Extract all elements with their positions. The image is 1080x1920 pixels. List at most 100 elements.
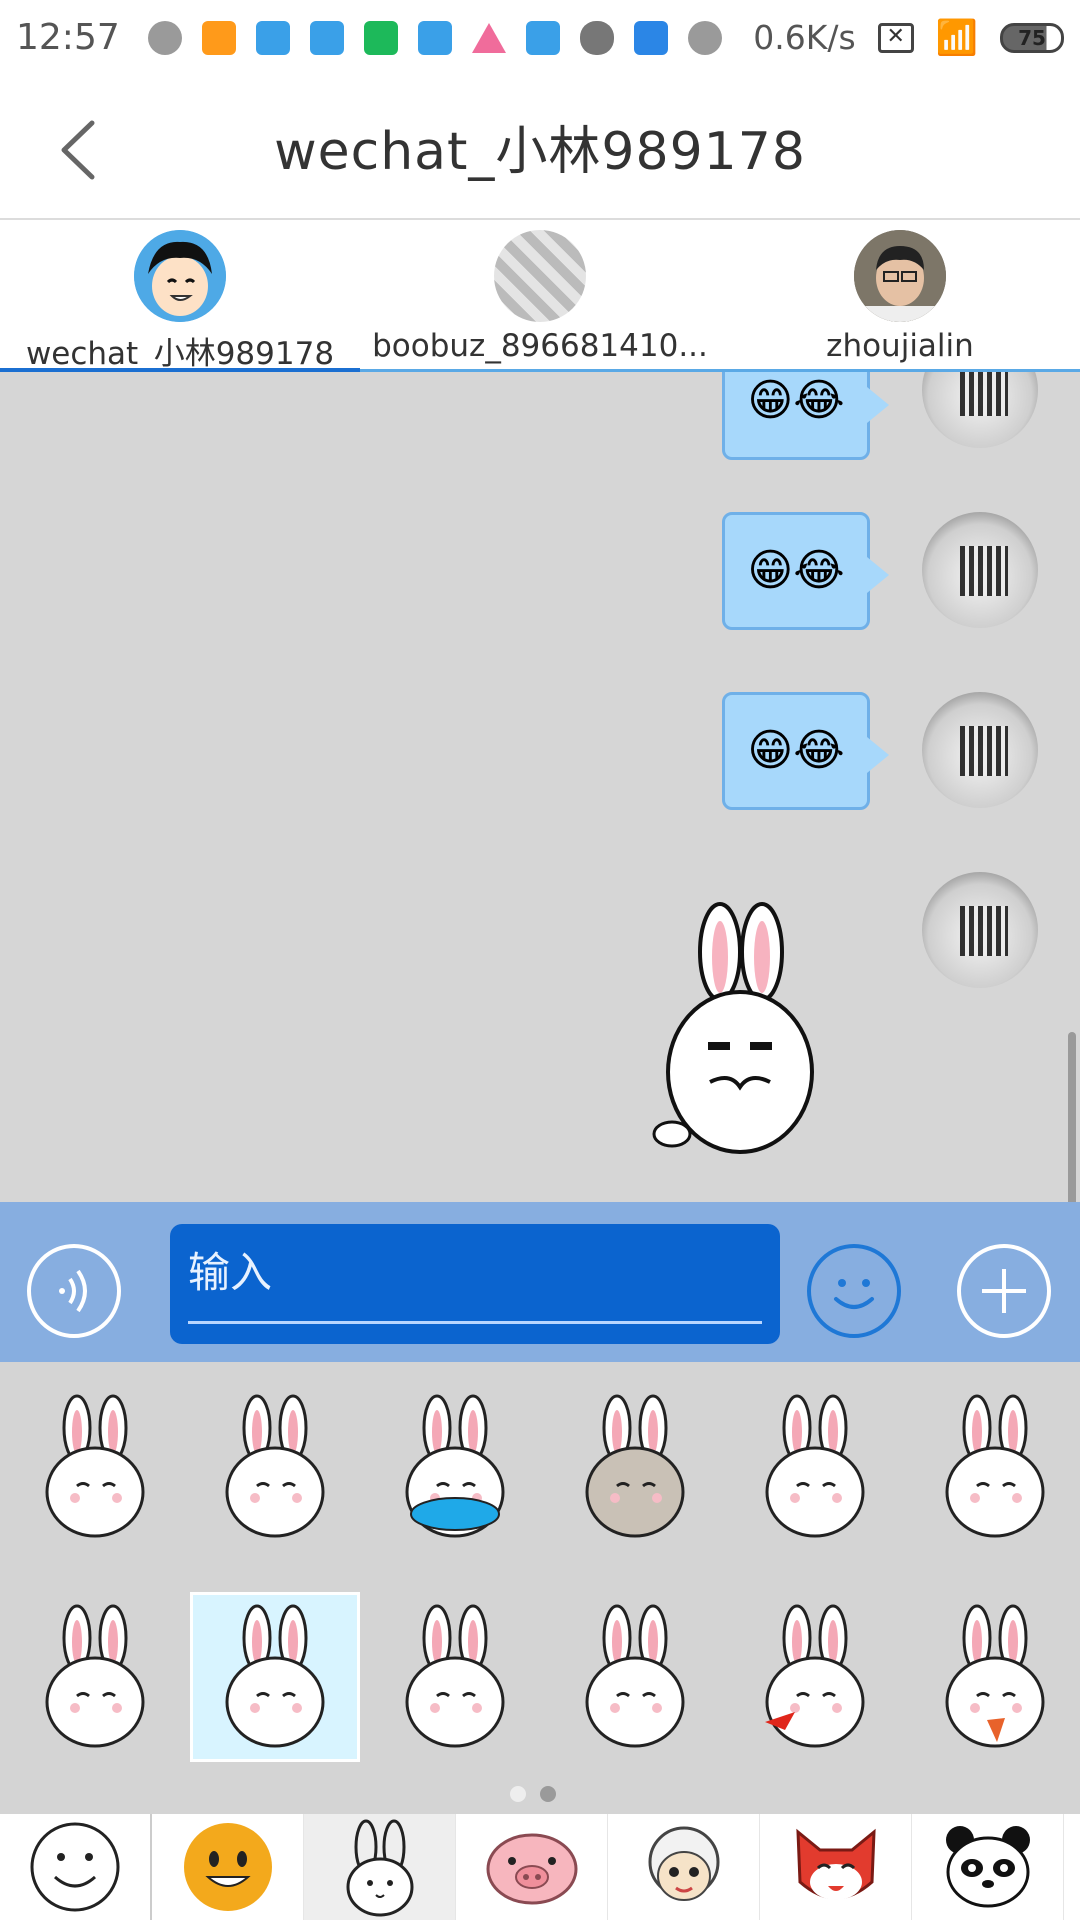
page-indicator: [510, 1786, 556, 1802]
battery-icon: 75: [1000, 22, 1064, 53]
contact-tabs: wechat_小林989178 boobuz_896681410... zhou…: [0, 222, 1080, 376]
voice-wave-icon: [59, 1269, 87, 1313]
contact-name: wechat_小林989178: [25, 336, 335, 372]
rabbit-sticker-icon: [45, 1604, 145, 1748]
qr-code-icon: [960, 546, 1008, 596]
category-tab-sheep[interactable]: [608, 1814, 760, 1920]
plus-icon: [982, 1269, 1026, 1313]
rabbit-sticker-icon: [405, 1604, 505, 1748]
contact-name: boobuz_896681410...: [372, 328, 708, 364]
emoji-button[interactable]: [807, 1244, 901, 1338]
page-title: wechat_小林989178: [274, 122, 806, 182]
chat-header: wechat_小林989178: [0, 75, 1080, 220]
message-emoji: 😁😂: [747, 725, 845, 776]
sticker-item[interactable]: [370, 1592, 540, 1762]
notification-circle-icon: [687, 20, 722, 55]
rabbit-sticker-icon: [765, 1394, 865, 1538]
input-bar: [0, 1202, 1080, 1362]
paper-plane-icon: [417, 20, 452, 55]
avatar: [134, 230, 226, 322]
rabbit-sticker-icon: [225, 1604, 325, 1748]
smiley-icon: [834, 1279, 874, 1309]
category-tab-yellow-face[interactable]: [152, 1814, 304, 1920]
rabbit-sticker-icon: [405, 1394, 505, 1538]
rabbit-sticker-icon: [765, 1604, 865, 1748]
message-bubble[interactable]: 😁😂: [722, 512, 889, 630]
page-dot[interactable]: [510, 1786, 526, 1802]
status-bar: 12:57 0.6K/s ✕ 📶 75: [0, 0, 1080, 75]
rabbit-sticker-icon: [45, 1394, 145, 1538]
sheep-icon: [648, 1826, 719, 1901]
rabbit-sticker-icon: [945, 1394, 1045, 1538]
chat-screen: 12:57 0.6K/s ✕ 📶 75 wechat_小林989178 wech…: [0, 0, 1080, 1920]
rabbit-sticker-icon: [585, 1394, 685, 1538]
sticker-category-bar: [0, 1814, 1080, 1920]
paper-plane-icon: [525, 20, 560, 55]
smiley-outline-icon: [30, 1822, 120, 1912]
paper-plane-icon: [255, 20, 290, 55]
avatar[interactable]: [922, 692, 1038, 808]
category-tab-rabbit[interactable]: [304, 1814, 456, 1920]
message-emoji: 😁😂: [747, 375, 845, 426]
message-bubble[interactable]: 😁😂: [722, 692, 889, 810]
panda-icon: [945, 1826, 1030, 1908]
sticker-item[interactable]: [550, 1382, 720, 1552]
sticker-item[interactable]: [730, 1592, 900, 1762]
sticker-item[interactable]: [730, 1382, 900, 1552]
triangle-logo-icon: [471, 22, 506, 53]
sticker-item[interactable]: [10, 1592, 180, 1762]
rabbit-sticker-message[interactable]: [650, 902, 830, 1157]
wifi-icon: 📶: [935, 17, 978, 58]
category-tab-fox[interactable]: [760, 1814, 912, 1920]
rabbit-sticker-icon: [225, 1394, 325, 1538]
page-dot-active[interactable]: [540, 1786, 556, 1802]
message-list[interactable]: 😁😂 😁😂 😁😂: [0, 372, 1080, 1202]
voice-button[interactable]: [27, 1244, 121, 1338]
sticker-item[interactable]: [190, 1382, 360, 1552]
notification-circle-icon: [147, 20, 182, 55]
gallery-icon: [633, 20, 668, 55]
sticker-panel: [0, 1362, 1080, 1814]
contact-tab-1[interactable]: wechat_小林989178: [0, 230, 360, 376]
cloud-icon: [579, 20, 614, 55]
qr-code-icon: [960, 372, 1008, 416]
back-button[interactable]: [52, 115, 112, 185]
pig-icon: [486, 1833, 577, 1905]
avatar[interactable]: [922, 872, 1038, 988]
paper-plane-icon: [309, 20, 344, 55]
sticker-item[interactable]: [910, 1592, 1080, 1762]
qr-code-icon: [960, 906, 1008, 956]
sticker-item[interactable]: [10, 1382, 180, 1552]
avatar: [854, 230, 946, 322]
add-button[interactable]: [957, 1244, 1051, 1338]
smiley-yellow-icon: [183, 1823, 272, 1911]
status-time: 12:57: [16, 17, 120, 58]
no-sim-icon: ✕: [877, 22, 914, 53]
sticker-item[interactable]: [190, 1592, 360, 1762]
app-green-icon: [363, 20, 398, 55]
contact-tab-2[interactable]: boobuz_896681410...: [360, 230, 720, 364]
message-bubble[interactable]: 😁😂: [722, 372, 889, 460]
net-speed: 0.6K/s: [753, 18, 856, 57]
status-right: 0.6K/s ✕ 📶 75: [753, 18, 1064, 58]
avatar: [494, 230, 586, 322]
avatar[interactable]: [922, 372, 1038, 448]
category-tab-panda[interactable]: [912, 1814, 1064, 1920]
scrollbar[interactable]: [1068, 1032, 1076, 1202]
category-tab-emoji[interactable]: [0, 1814, 152, 1920]
message-input[interactable]: [188, 1224, 762, 1324]
contact-name: zhoujialin: [826, 328, 974, 364]
rabbit-sticker-icon: [945, 1604, 1045, 1748]
qr-code-icon: [960, 726, 1008, 776]
contact-tab-3[interactable]: zhoujialin: [720, 230, 1080, 364]
avatar[interactable]: [922, 512, 1038, 628]
sticker-item[interactable]: [550, 1592, 720, 1762]
sticker-item[interactable]: [910, 1382, 1080, 1552]
person-photo-avatar-icon: [854, 230, 946, 322]
sticker-item[interactable]: [370, 1382, 540, 1552]
category-tab-pig[interactable]: [456, 1814, 608, 1920]
rabbit-sticker-icon: [585, 1604, 685, 1748]
cartoon-boy-avatar-icon: [134, 230, 226, 322]
fox-icon: [795, 1828, 876, 1900]
message-emoji: 😁😂: [747, 545, 845, 596]
